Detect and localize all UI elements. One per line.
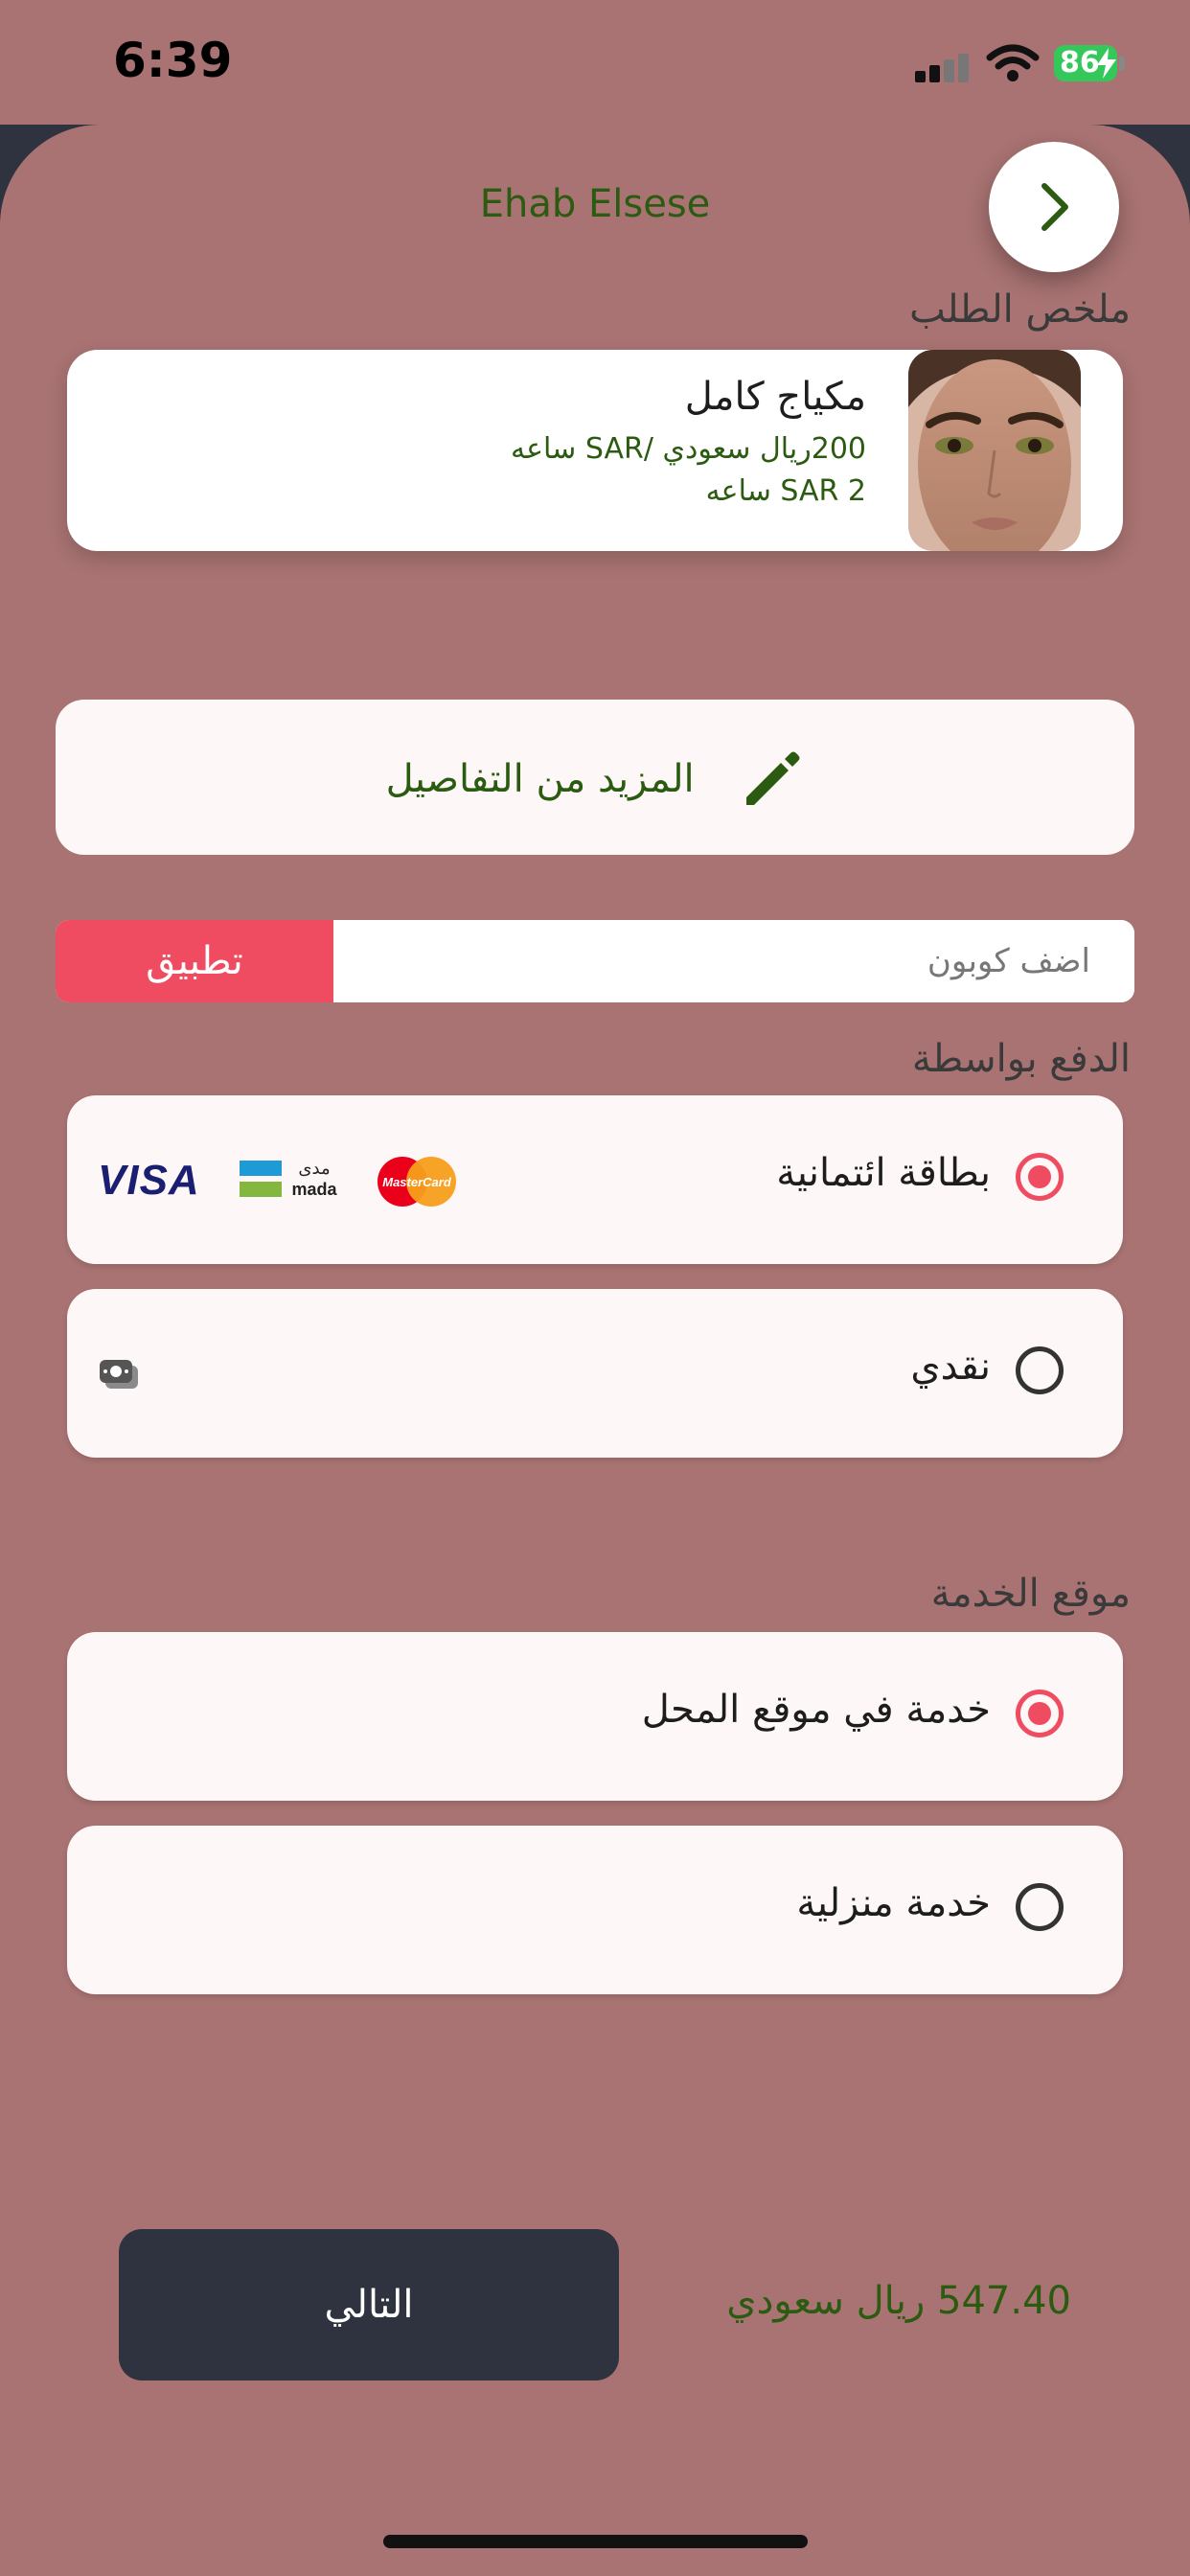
mada-text: mada: [291, 1180, 337, 1199]
mada-icon: مدى mada: [240, 1159, 337, 1199]
location-option-label: خدمة منزلية: [796, 1881, 991, 1925]
battery-cap: [1119, 56, 1125, 71]
payment-option-card[interactable]: نقدي: [67, 1289, 1123, 1458]
chevron-right-icon: [1041, 183, 1068, 231]
status-time: 6:39: [113, 33, 233, 88]
apply-coupon-button[interactable]: تطبيق: [56, 920, 333, 1002]
charging-bolt-icon: [1097, 48, 1116, 79]
mastercard-icon: MasterCard: [378, 1157, 456, 1207]
order-summary-card: مكياج كامل 200ريال سعودي /SAR ساعه SAR 2…: [67, 350, 1123, 551]
service-price: 200ريال سعودي /SAR ساعه: [511, 432, 866, 466]
mada-arabic-text: مدى: [298, 1159, 330, 1179]
service-name: مكياج كامل: [684, 375, 866, 419]
coupon-row: تطبيق: [56, 920, 1134, 1002]
back-button[interactable]: [989, 142, 1119, 272]
mastercard-text: MasterCard: [382, 1175, 452, 1189]
payment-option-label: نقدي: [910, 1345, 991, 1389]
next-button[interactable]: التالي: [119, 2229, 619, 2380]
radio-unselected[interactable]: [1016, 1346, 1064, 1394]
battery-level: 86: [1060, 46, 1100, 80]
signal-icon: [915, 54, 973, 82]
location-option-label: خدمة في موقع المحل: [641, 1688, 991, 1732]
payment-title: الدفع بواسطة: [911, 1037, 1131, 1081]
service-duration: SAR 2 ساعه: [705, 474, 866, 508]
pencil-icon: [746, 751, 800, 805]
order-summary-title: ملخص الطلب: [909, 288, 1131, 332]
cash-icon: [100, 1360, 138, 1389]
visa-icon: VISA: [98, 1157, 200, 1204]
radio-unselected[interactable]: [1016, 1883, 1064, 1931]
location-option-card[interactable]: خدمة منزلية: [67, 1826, 1123, 1994]
home-indicator: [383, 2535, 808, 2548]
coupon-input[interactable]: [333, 920, 1134, 1002]
more-details-label: المزيد من التفاصيل: [385, 757, 695, 801]
payment-option-card[interactable]: بطاقة ائتمانية MasterCard مدى mada VISA: [67, 1095, 1123, 1264]
more-details-button[interactable]: المزيد من التفاصيل: [56, 700, 1134, 855]
radio-selected[interactable]: [1016, 1690, 1064, 1737]
service-image: [908, 350, 1081, 551]
payment-option-label: بطاقة ائتمانية: [776, 1151, 991, 1195]
radio-selected[interactable]: [1016, 1153, 1064, 1201]
service-location-title: موقع الخدمة: [930, 1572, 1131, 1616]
wifi-icon: [986, 44, 1040, 81]
location-option-card[interactable]: خدمة في موقع المحل: [67, 1632, 1123, 1801]
total-price: 547.40 ريال سعودي: [726, 2279, 1071, 2323]
